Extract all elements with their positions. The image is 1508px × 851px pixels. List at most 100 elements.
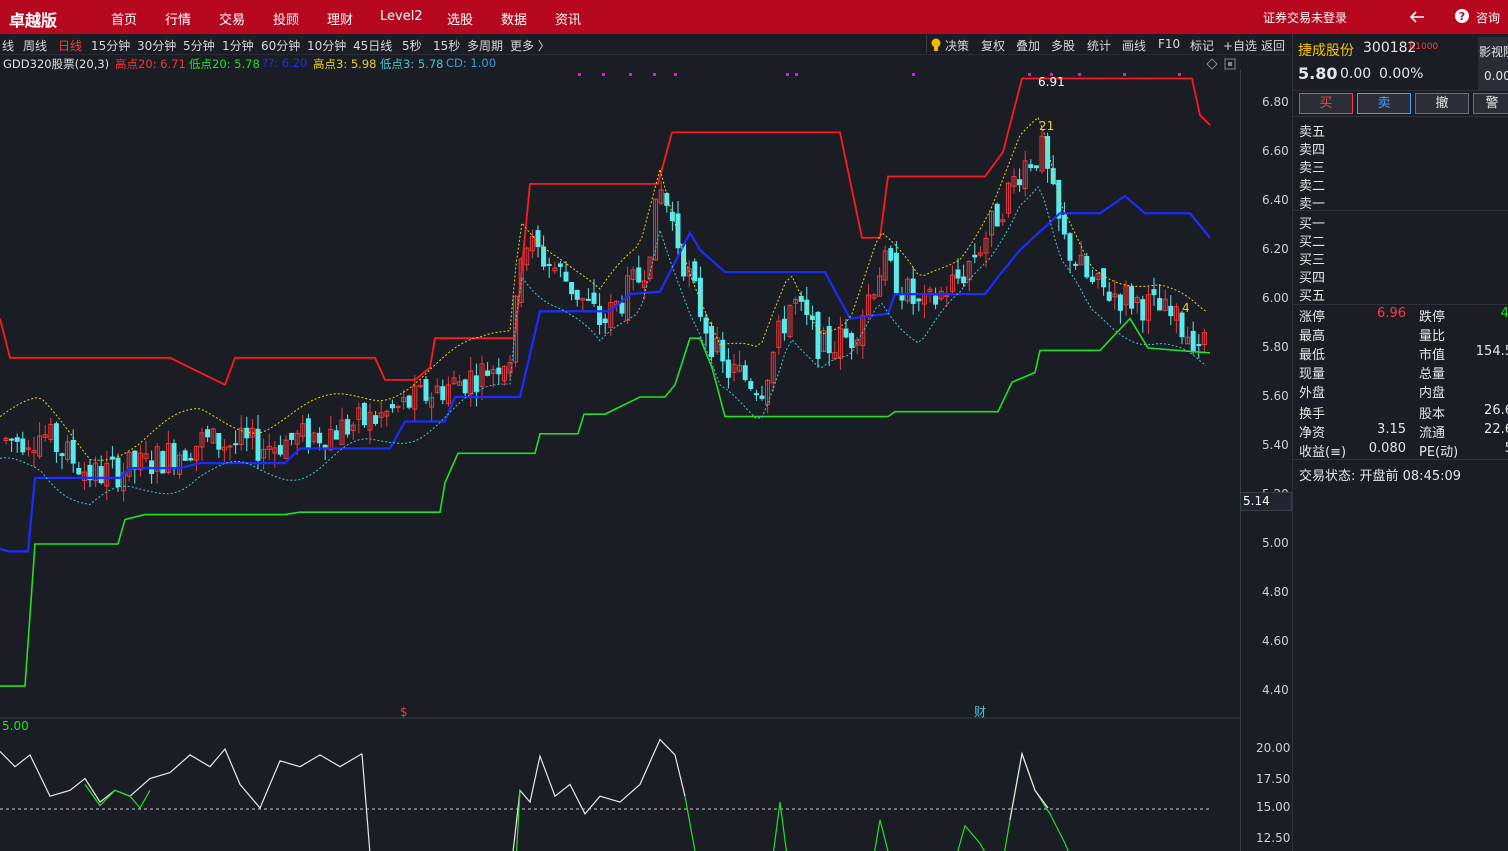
signal-dot	[795, 73, 798, 76]
sector-change: 0.00	[1484, 69, 1508, 83]
sub-green-seg	[515, 790, 521, 851]
ask-5: 卖五	[1299, 125, 1326, 140]
nav-home[interactable]: 首页	[111, 9, 137, 28]
candle-body	[893, 252, 899, 295]
tool-back[interactable]: 返回	[1261, 37, 1285, 54]
stat-value: 26.6	[1484, 403, 1508, 418]
alert-button[interactable]: 警	[1473, 93, 1508, 114]
tool-mark[interactable]: 标记	[1190, 37, 1214, 54]
candle-body	[720, 339, 726, 362]
panel-settings-icon[interactable]	[1206, 58, 1236, 70]
candle-body	[1196, 344, 1202, 347]
candle-body	[182, 450, 188, 461]
candle-body	[53, 423, 59, 453]
stat-label: 最低	[1299, 348, 1326, 363]
candle-body	[597, 305, 603, 325]
candle-body	[585, 298, 591, 301]
nav-finance[interactable]: 理财	[327, 9, 353, 28]
nav-stock-picker[interactable]: 选股	[447, 9, 473, 28]
mid-line	[0, 194, 1211, 553]
period-multi[interactable]: 多周期	[467, 37, 503, 54]
candle-body	[406, 395, 412, 408]
candle-body	[395, 405, 401, 408]
divider	[1293, 116, 1508, 117]
buy-button[interactable]: 买	[1299, 93, 1353, 114]
period-15min[interactable]: 15分钟	[91, 37, 130, 54]
period-1min[interactable]: 1分钟	[222, 37, 254, 54]
candle-body	[333, 430, 339, 440]
candle-body	[373, 415, 379, 424]
candle-body	[849, 333, 855, 349]
candle-body	[171, 443, 177, 469]
sector-box[interactable]: 影视院 0.00	[1478, 37, 1508, 91]
period-15sec[interactable]: 15秒	[433, 37, 460, 54]
candle-body	[899, 294, 905, 301]
sell-button[interactable]: 卖	[1357, 93, 1411, 114]
period-line[interactable]: 线	[2, 37, 14, 54]
tool-f10[interactable]: F10	[1158, 37, 1180, 51]
consult-link[interactable]: 咨询	[1476, 9, 1500, 26]
candle-body	[20, 438, 26, 453]
candle-body	[843, 328, 849, 338]
period-30min[interactable]: 30分钟	[137, 37, 176, 54]
period-10min[interactable]: 10分钟	[307, 37, 346, 54]
candle-body	[826, 326, 832, 354]
sub-tick: 17.50	[1256, 772, 1291, 786]
stat-value: 154.5	[1475, 344, 1508, 359]
period-5min[interactable]: 5分钟	[183, 37, 215, 54]
period-daily[interactable]: 日线	[58, 37, 82, 54]
tool-multi-stock[interactable]: 多股	[1051, 37, 1075, 54]
nav-data[interactable]: 数据	[501, 9, 527, 28]
toolbar-divider	[926, 35, 927, 53]
stat-label: 涨停	[1299, 310, 1326, 325]
trading-status: 交易状态: 开盘前 08:45:09	[1299, 469, 1462, 484]
candle-body	[961, 276, 967, 284]
candle-body	[59, 453, 65, 457]
indicator-mid: ??: 6.20	[262, 56, 308, 70]
kline-chart[interactable]: 6.91 21 4 $ 财	[0, 70, 1290, 851]
nav-market[interactable]: 行情	[165, 9, 191, 28]
period-45day[interactable]: 45日线	[353, 37, 392, 54]
period-weekly[interactable]: 周线	[23, 37, 47, 54]
tool-add-watchlist[interactable]: +自选	[1223, 37, 1257, 54]
candle-body	[916, 298, 922, 302]
candle-body	[1089, 276, 1095, 283]
candle-body	[205, 429, 211, 438]
candle-body	[781, 318, 787, 334]
nav-level2[interactable]: Level2	[380, 9, 423, 24]
candle-body	[1151, 289, 1157, 296]
tool-statistics[interactable]: 统计	[1087, 37, 1111, 54]
low20-line	[0, 317, 1211, 687]
login-status[interactable]: 证券交易未登录	[1263, 9, 1347, 26]
nav-trade[interactable]: 交易	[219, 9, 245, 28]
period-5sec[interactable]: 5秒	[402, 37, 422, 54]
candle-body	[233, 443, 239, 446]
candle-body	[709, 325, 715, 358]
signal-dot	[674, 73, 677, 76]
price-tick: 4.40	[1262, 683, 1289, 697]
tool-decision[interactable]: 决策	[945, 37, 969, 54]
candle-body	[1140, 299, 1146, 321]
signal-dot	[578, 73, 581, 76]
candle-body	[305, 418, 311, 449]
price-tick: 5.60	[1262, 389, 1289, 403]
tool-overlay[interactable]: 叠加	[1016, 37, 1040, 54]
candle-body	[619, 302, 625, 314]
ask-4: 卖四	[1299, 143, 1326, 158]
candle-body	[255, 428, 261, 461]
candle-body	[1067, 233, 1073, 261]
candle-body	[1157, 298, 1163, 311]
cancel-order-button[interactable]: 撤	[1415, 93, 1469, 114]
bid-5: 买五	[1299, 289, 1326, 304]
period-60min[interactable]: 60分钟	[261, 37, 300, 54]
candle-body	[563, 271, 569, 282]
arrow-left-icon[interactable]	[1408, 9, 1426, 25]
tool-draw-line[interactable]: 画线	[1122, 37, 1146, 54]
period-more[interactable]: 更多 〉	[510, 37, 550, 54]
nav-advisor[interactable]: 投顾	[273, 9, 299, 28]
candle-body	[1168, 305, 1174, 317]
nav-news[interactable]: 资讯	[555, 9, 581, 28]
candle-body	[1101, 268, 1107, 288]
tool-adjust[interactable]: 复权	[981, 37, 1005, 54]
candle-body	[1106, 291, 1112, 301]
